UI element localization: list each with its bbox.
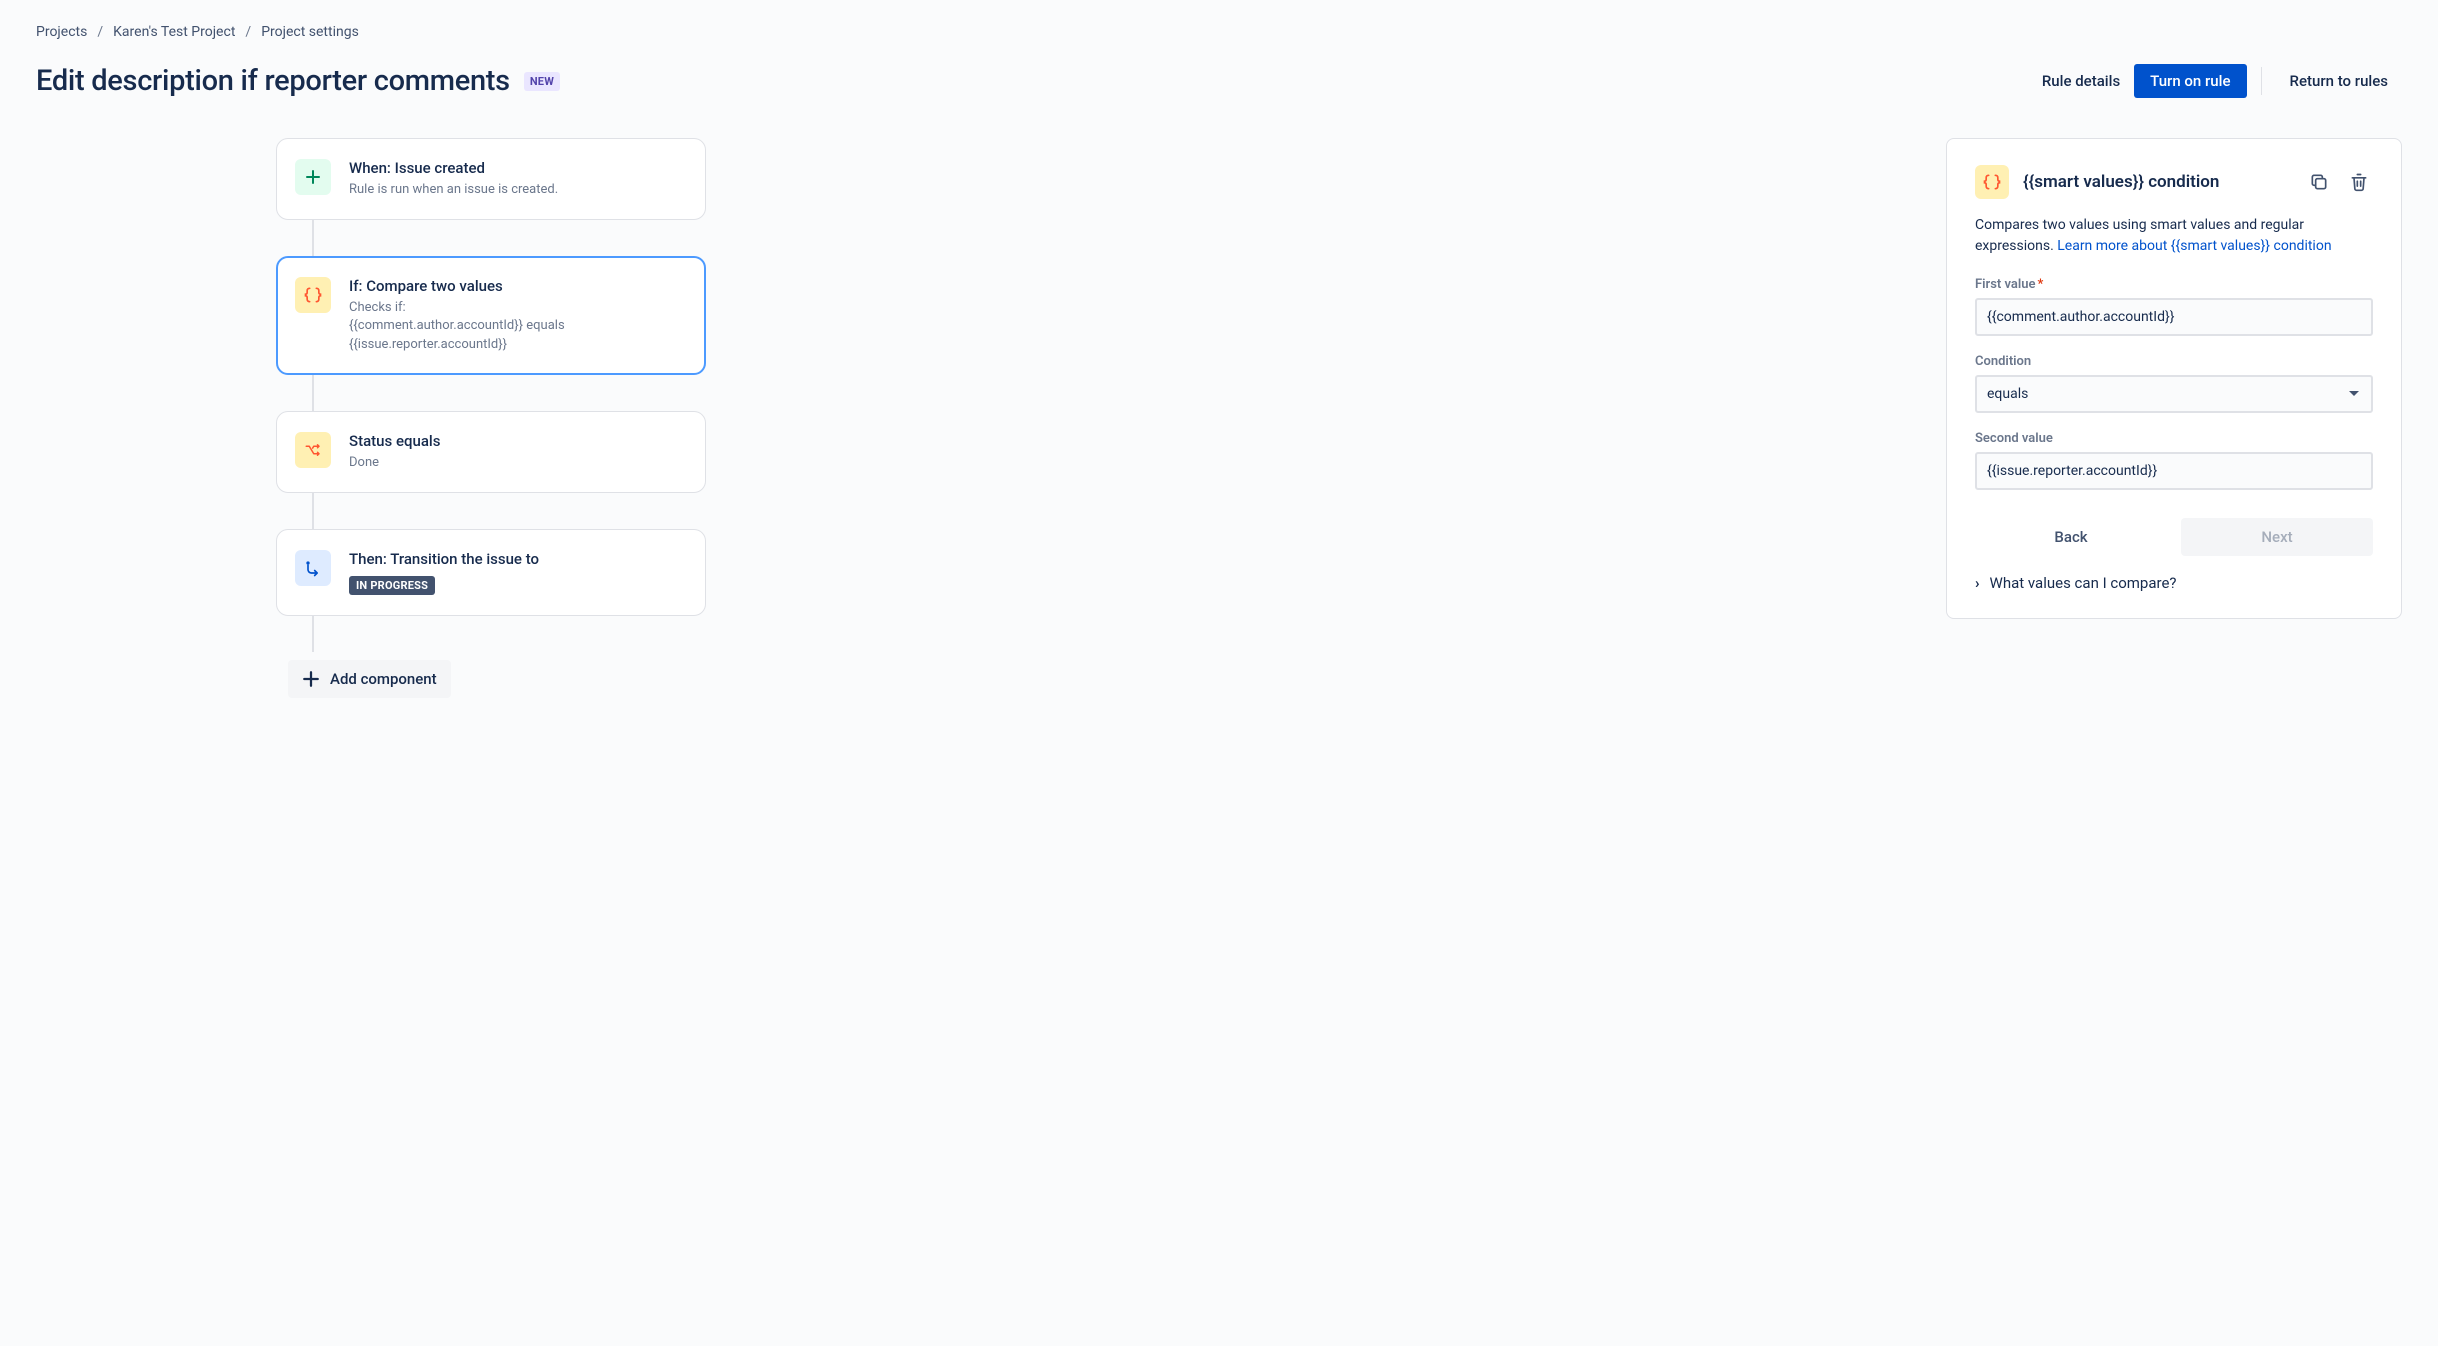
new-badge: NEW — [524, 72, 560, 91]
connector-line — [312, 616, 314, 652]
connector-line — [312, 375, 314, 411]
first-value-input[interactable] — [1975, 298, 2373, 336]
plus-icon — [295, 159, 331, 195]
breadcrumb-settings[interactable]: Project settings — [261, 24, 359, 40]
panel-title: {{smart values}} condition — [2023, 172, 2291, 192]
divider — [2261, 67, 2262, 95]
panel-description: Compares two values using smart values a… — [1975, 215, 2373, 257]
second-value-input[interactable] — [1975, 452, 2373, 490]
trash-icon[interactable] — [2345, 168, 2373, 196]
compare-node[interactable]: If: Compare two values Checks if: {{comm… — [276, 256, 706, 375]
trigger-subtitle: Rule is run when an issue is created. — [349, 181, 685, 199]
turn-on-rule-button[interactable]: Turn on rule — [2134, 64, 2246, 98]
return-to-rules-button[interactable]: Return to rules — [2276, 64, 2402, 98]
braces-icon — [295, 277, 331, 313]
breadcrumb-projects[interactable]: Projects — [36, 24, 87, 40]
trigger-title: When: Issue created — [349, 159, 685, 177]
breadcrumb: Projects / Karen's Test Project / Projec… — [36, 24, 2402, 40]
transition-icon — [295, 550, 331, 586]
condition-panel: {{smart values}} condition Compares two … — [1946, 138, 2402, 619]
add-component-button[interactable]: Add component — [288, 660, 451, 698]
shuffle-icon — [295, 432, 331, 468]
first-value-label: First value* — [1975, 277, 2373, 292]
breadcrumb-separator: / — [245, 24, 251, 40]
trigger-node[interactable]: When: Issue created Rule is run when an … — [276, 138, 706, 220]
status-title: Status equals — [349, 432, 685, 450]
connector-line — [312, 493, 314, 529]
next-button[interactable]: Next — [2181, 518, 2373, 556]
rule-details-button[interactable]: Rule details — [2028, 64, 2134, 98]
connector-line — [312, 220, 314, 256]
page-title: Edit description if reporter comments — [36, 64, 510, 98]
status-node[interactable]: Status equals Done — [276, 411, 706, 493]
chevron-right-icon: › — [1975, 574, 1980, 592]
back-button[interactable]: Back — [1975, 518, 2167, 556]
rule-flow: When: Issue created Rule is run when an … — [276, 138, 706, 698]
compare-title: If: Compare two values — [349, 277, 685, 295]
compare-subtitle: Checks if: {{comment.author.accountId}} … — [349, 299, 685, 354]
copy-icon[interactable] — [2305, 168, 2333, 196]
transition-node[interactable]: Then: Transition the issue to IN PROGRES… — [276, 529, 706, 616]
transition-title: Then: Transition the issue to — [349, 550, 685, 568]
plus-icon — [302, 670, 320, 688]
second-value-label: Second value — [1975, 431, 2373, 446]
braces-icon — [1975, 165, 2009, 199]
condition-label: Condition — [1975, 354, 2373, 369]
learn-more-link[interactable]: Learn more about {{smart values}} condit… — [2057, 238, 2331, 254]
status-badge: IN PROGRESS — [349, 576, 435, 595]
breadcrumb-separator: / — [97, 24, 103, 40]
condition-select[interactable]: equals — [1975, 375, 2373, 413]
breadcrumb-project-name[interactable]: Karen's Test Project — [113, 24, 235, 40]
status-subtitle: Done — [349, 454, 685, 472]
disclosure-toggle[interactable]: › What values can I compare? — [1975, 574, 2373, 592]
